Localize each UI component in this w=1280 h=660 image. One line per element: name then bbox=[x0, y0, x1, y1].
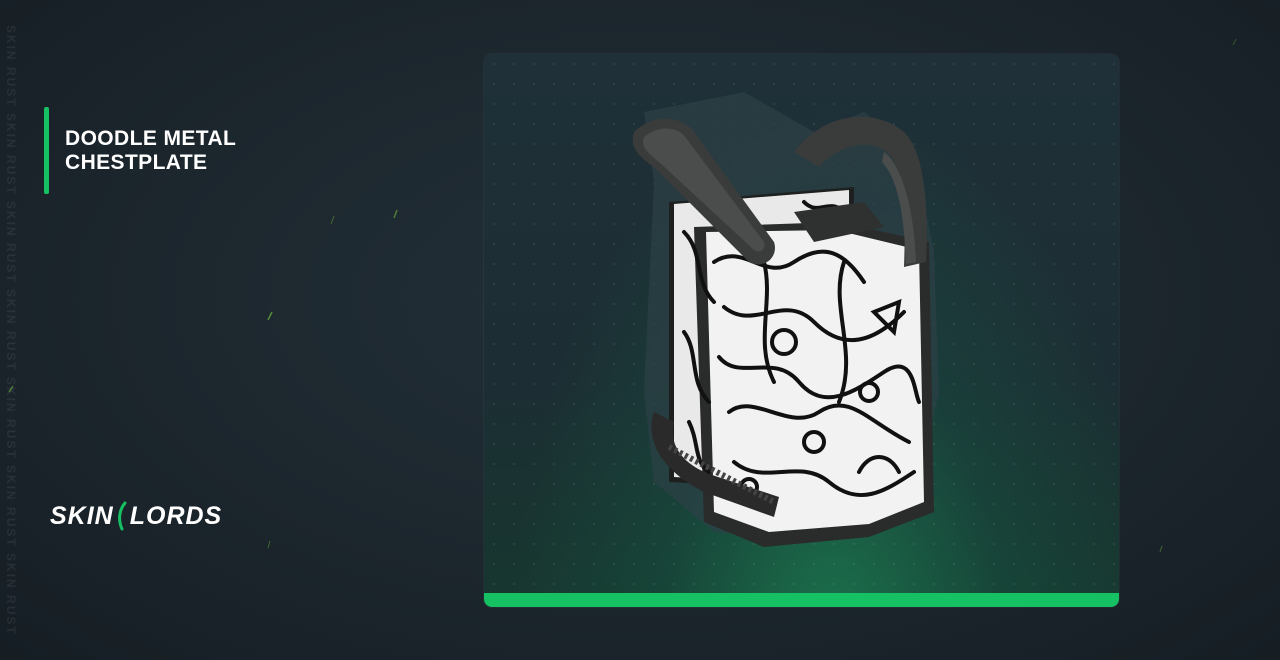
logo-text-skin: SKIN bbox=[50, 501, 114, 530]
doodle-metal-chestplate-icon bbox=[632, 92, 939, 547]
item-title: DOODLE METAL CHESTPLATE bbox=[65, 127, 295, 175]
title-accent-bar bbox=[44, 107, 49, 194]
logo-text-lords: LORDS bbox=[129, 501, 223, 530]
item-preview-card bbox=[484, 54, 1119, 607]
logo-slash-icon bbox=[117, 501, 127, 531]
item-title-line-1: DOODLE METAL bbox=[65, 127, 237, 150]
watermark-text: SKIN RUST SKIN RUST SKIN RUST SKIN RUST … bbox=[4, 24, 18, 636]
skinlords-logo: SKIN LORDS bbox=[50, 500, 222, 532]
item-title-block: DOODLE METAL CHESTPLATE bbox=[44, 107, 304, 194]
card-accent-bar bbox=[484, 593, 1119, 607]
item-title-line-2: CHESTPLATE bbox=[65, 151, 208, 174]
side-watermark: SKIN RUST SKIN RUST SKIN RUST SKIN RUST … bbox=[0, 0, 22, 660]
